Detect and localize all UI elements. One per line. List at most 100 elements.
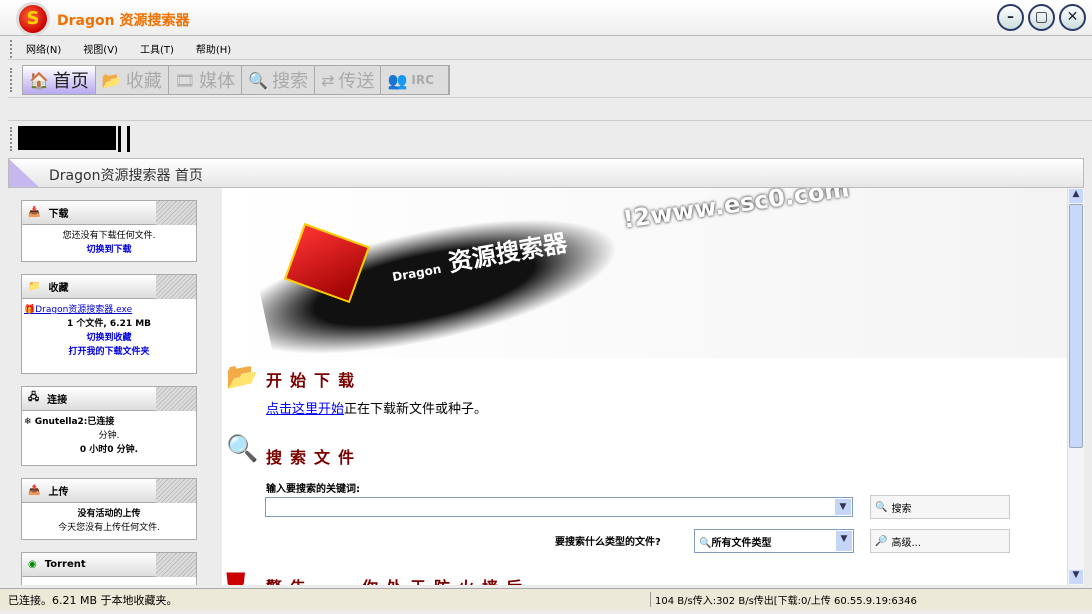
menu-view[interactable]: 视图(V) — [83, 41, 118, 56]
download-folder-icon: 📂 — [226, 362, 259, 392]
gnutella-icon: ❄ — [24, 417, 35, 427]
tab-label: IRC — [411, 73, 434, 87]
menu-help[interactable]: 帮助(H) — [196, 41, 231, 56]
minimize-button[interactable]: – — [997, 4, 1024, 31]
banner-brand: Dragon — [391, 261, 443, 285]
library-file-link[interactable]: 🎁Dragon资源搜索器.exe — [24, 303, 194, 317]
upload-text: 今天您没有上传任何文件. — [58, 523, 160, 533]
main-toolbar: 🏠 首页 📂 收藏 🎞 媒体 🔍 搜索 ⇄ 传送 👥 IRC — [22, 65, 451, 95]
network-status: ❄ Gnutella2:已连接 — [24, 415, 194, 429]
start-here-link[interactable]: 点击这里开始 — [266, 402, 344, 417]
bandwidth-meter — [18, 126, 116, 150]
library-summary: 1 个文件, 6.21 MB — [66, 319, 152, 329]
section-title: 开始下载 — [266, 371, 363, 390]
tab-search[interactable]: 🔍 搜索 — [242, 66, 316, 94]
maximize-button[interactable]: ▢ — [1028, 4, 1055, 31]
uptime-line: 分钟. — [98, 431, 120, 441]
tab-media[interactable]: 🎞 媒体 — [169, 66, 243, 94]
volume-slider[interactable] — [118, 126, 130, 152]
folder-icon: 📂 — [101, 70, 122, 90]
status-bar: 已连接。6.21 MB 于本地收藏夹。 104 B/s传入:302 B/s传出[… — [0, 588, 1092, 610]
panel-title: 下载 — [48, 209, 69, 220]
tab-label: 收藏 — [125, 71, 162, 92]
scroll-thumb[interactable] — [1069, 204, 1083, 448]
file-type-value: 所有文件类型 — [711, 538, 772, 549]
panel-download: 📥 下载 您还没有下载任何文件. 切换到下载 — [21, 200, 197, 262]
section-title: 搜索文件 — [266, 448, 363, 467]
magnifier-icon: 🔍 — [248, 70, 269, 90]
tab-transfers[interactable]: ⇄ 传送 — [315, 66, 382, 94]
panel-title: 连接 — [47, 395, 68, 406]
upload-folder-icon: 📤 — [28, 485, 41, 496]
scroll-up-icon[interactable]: ▲ — [1069, 189, 1083, 203]
banner: Dragon 资源搜索器 !2www.esc0.com — [222, 188, 1067, 375]
panel-title: Torrent — [44, 559, 86, 570]
search-input[interactable]: ▼ — [265, 497, 853, 517]
home-content: Dragon 资源搜索器 !2www.esc0.com 📂 开始下载 点击这里开… — [222, 188, 1067, 585]
status-transfer-rate: 104 B/s传入:302 B/s传出[下载:0/上传 60.55.9.19:6… — [650, 592, 917, 607]
users-icon: 👥 — [387, 70, 408, 90]
search-button-label: 搜索 — [891, 503, 912, 515]
search-label: 输入要搜索的关键词: — [266, 484, 360, 495]
scroll-down-icon[interactable]: ▼ — [1069, 570, 1083, 584]
panel-connection: 🖧 连接 ❄ Gnutella2:已连接 分钟. 0 小时0 分钟. — [21, 386, 197, 466]
advanced-button-label: 高级... — [891, 537, 921, 549]
panel-upload: 📤 上传 没有活动的上传今天您没有上传任何文件. — [21, 478, 197, 540]
warning-text: 你处于防火墙后 — [362, 574, 530, 585]
shield-warning-icon: ⛊ — [226, 568, 246, 585]
panel-text: 您还没有下载任何文件. — [62, 231, 156, 241]
tab-label: 传送 — [338, 71, 375, 92]
tab-home[interactable]: 🏠 首页 — [23, 66, 96, 94]
tab-label: 搜索 — [272, 71, 309, 92]
file-type-select[interactable]: 🔍所有文件类型 ▼ — [694, 529, 854, 553]
meter-grip[interactable] — [10, 127, 13, 151]
magnifier-icon: 🔍 — [699, 538, 712, 549]
file-type-label: 要搜索什么类型的文件? — [555, 537, 661, 548]
start-text: 正在下载新文件或种子。 — [344, 402, 488, 417]
upload-status: 没有活动的上传 — [77, 509, 141, 519]
switch-to-library-link[interactable]: 切换到收藏 — [24, 331, 194, 345]
close-button[interactable]: ✕ — [1059, 4, 1086, 31]
exe-icon: 🎁 — [24, 305, 36, 315]
advanced-search-icon: 🔎 — [875, 535, 888, 547]
tab-irc[interactable]: 👥 IRC — [381, 66, 450, 94]
file-name: Dragon资源搜索器.exe — [35, 305, 133, 315]
chevron-down-icon[interactable]: ▼ — [836, 531, 852, 551]
panel-torrent: ◉ Torrent — [21, 552, 197, 585]
home-icon: 🏠 — [29, 70, 49, 90]
tab-library[interactable]: 📂 收藏 — [96, 66, 169, 94]
film-icon: 🎞 — [174, 70, 196, 90]
menu-network[interactable]: 网络(N) — [26, 41, 61, 56]
network-icon: 🖧 — [28, 392, 40, 403]
panel-library: 📁 收藏 🎁Dragon资源搜索器.exe 1 个文件, 6.21 MB 切换到收… — [21, 274, 197, 374]
status-left: 已连接。6.21 MB 于本地收藏夹。 — [8, 594, 178, 607]
page-title: Dragon资源搜索器 首页 — [49, 168, 203, 184]
download-folder-icon: 📥 — [28, 207, 41, 218]
vertical-scrollbar[interactable]: ▲ ▼ — [1067, 188, 1084, 585]
transfer-icon: ⇄ — [321, 70, 335, 90]
advanced-button[interactable]: 🔎 高级... — [870, 529, 1010, 553]
window-title: Dragon 资源搜索器 — [57, 13, 190, 29]
tab-label: 媒体 — [199, 71, 236, 92]
app-logo: S — [16, 2, 50, 36]
torrent-icon: ◉ — [28, 559, 37, 570]
banner-site: !2www.esc0.com — [621, 188, 851, 234]
section-title: 警告 — [266, 574, 314, 585]
title-bar: S Dragon 资源搜索器 – ▢ ✕ — [0, 0, 1092, 36]
home-sidebar: 📥 下载 您还没有下载任何文件. 切换到下载 📁 收藏 🎁Dragon资源搜索器.ex… — [8, 188, 208, 585]
library-folder-icon: 📁 — [28, 281, 41, 292]
uptime-value: 0 小时0 分钟. — [79, 445, 139, 455]
menu-tools[interactable]: 工具(T) — [140, 41, 174, 56]
magnifier-icon: 🔍 — [875, 501, 888, 513]
switch-to-downloads-link[interactable]: 切换到下载 — [24, 243, 194, 257]
page-header: Dragon资源搜索器 首页 — [8, 158, 1084, 188]
network-status-text: Gnutella2:已连接 — [34, 417, 115, 427]
search-button[interactable]: 🔍 搜索 — [870, 495, 1010, 519]
menu-bar: 网络(N) 视图(V) 工具(T) 帮助(H) — [8, 38, 1092, 60]
toolbar-grip[interactable] — [10, 68, 13, 92]
panel-title: 上传 — [48, 487, 69, 498]
open-download-folder-link[interactable]: 打开我的下载文件夹 — [24, 345, 194, 359]
tab-label: 首页 — [52, 71, 89, 92]
magnifier-icon: 🔍 — [226, 434, 259, 464]
chevron-down-icon[interactable]: ▼ — [835, 499, 851, 515]
